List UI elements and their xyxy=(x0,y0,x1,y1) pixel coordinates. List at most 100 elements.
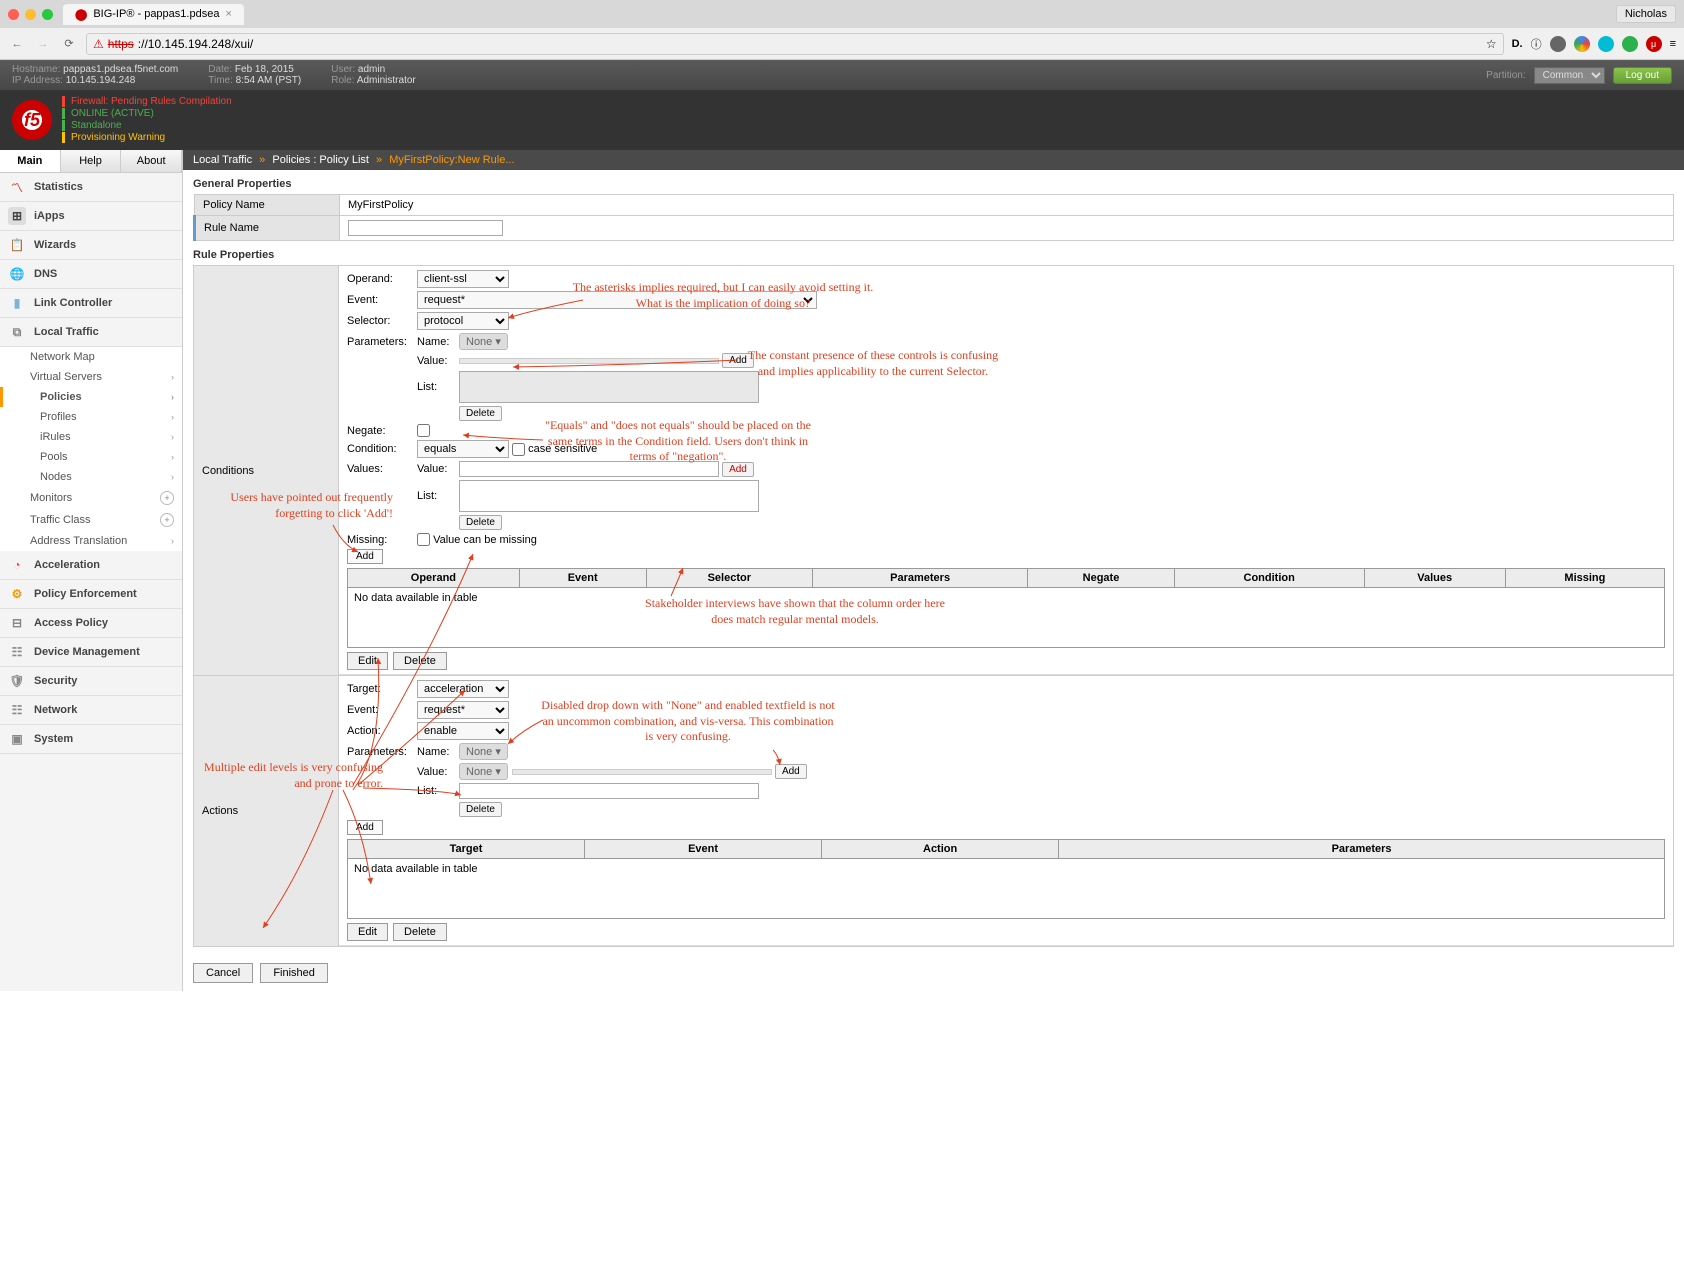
selector-select[interactable]: protocol xyxy=(417,312,509,330)
ext-feedly-icon[interactable] xyxy=(1622,36,1638,52)
action-list-delete[interactable]: Delete xyxy=(459,802,502,817)
nav-security[interactable]: 🛡Security xyxy=(0,667,182,696)
maximize-window-icon[interactable] xyxy=(42,9,53,20)
plus-icon[interactable]: + xyxy=(160,491,174,505)
col-condition[interactable]: Condition xyxy=(1174,569,1364,588)
ext-d-icon[interactable]: D. xyxy=(1512,38,1523,50)
param-value-add-button[interactable]: Add xyxy=(722,353,754,368)
url-bar[interactable]: ⚠ https://10.145.194.248/xui/ ☆ xyxy=(86,33,1504,55)
col-missing[interactable]: Missing xyxy=(1505,569,1664,588)
action-value-add[interactable]: Add xyxy=(775,764,807,779)
ext-evernote-icon[interactable] xyxy=(1550,36,1566,52)
conditions-delete-button[interactable]: Delete xyxy=(393,652,447,670)
nav-wizards[interactable]: 📋Wizards xyxy=(0,231,182,260)
target-select[interactable]: acceleration xyxy=(417,680,509,698)
case-sensitive-checkbox[interactable] xyxy=(512,443,525,456)
nav-dns[interactable]: 🌐DNS xyxy=(0,260,182,289)
nav-traffic-class[interactable]: Traffic Class+ xyxy=(0,509,182,531)
plus-icon[interactable]: + xyxy=(160,513,174,527)
nav-network[interactable]: ☷Network xyxy=(0,696,182,725)
action-label: Action: xyxy=(347,725,417,737)
back-icon[interactable]: ← xyxy=(8,35,26,53)
forward-icon[interactable]: → xyxy=(34,35,52,53)
event-select[interactable]: request* xyxy=(417,291,817,309)
col-parameters[interactable]: Parameters xyxy=(813,569,1028,588)
bc-1[interactable]: Local Traffic xyxy=(193,154,252,166)
nav-policies[interactable]: Policies› xyxy=(0,387,182,407)
nav-policy-enforcement[interactable]: ⚙Policy Enforcement xyxy=(0,580,182,609)
close-window-icon[interactable] xyxy=(8,9,19,20)
minimize-window-icon[interactable] xyxy=(25,9,36,20)
no-data-cell-2: No data available in table xyxy=(348,859,1665,919)
nav-local-traffic[interactable]: ⧉Local Traffic xyxy=(0,318,182,347)
nav-nodes[interactable]: Nodes› xyxy=(0,467,182,487)
col-event[interactable]: Event xyxy=(519,569,646,588)
nav-link-controller[interactable]: ▮Link Controller xyxy=(0,289,182,318)
chevron-right-icon: › xyxy=(171,452,174,462)
action-select[interactable]: enable xyxy=(417,722,509,740)
actions-delete-button[interactable]: Delete xyxy=(393,923,447,941)
nav-device-management[interactable]: ☷Device Management xyxy=(0,638,182,667)
nav-pools[interactable]: Pools› xyxy=(0,447,182,467)
action-event-select[interactable]: request* xyxy=(417,701,509,719)
col-values[interactable]: Values xyxy=(1364,569,1505,588)
actions-edit-button[interactable]: Edit xyxy=(347,923,388,941)
negate-checkbox[interactable] xyxy=(417,424,430,437)
tab-close-icon[interactable]: × xyxy=(225,8,231,20)
browser-tab[interactable]: ⬤ BIG-IP® - pappas1.pdsea × xyxy=(63,4,244,25)
nav-statistics[interactable]: 〽Statistics xyxy=(0,173,182,202)
nav-irules[interactable]: iRules› xyxy=(0,427,182,447)
bookmark-star-icon[interactable]: ☆ xyxy=(1486,37,1497,51)
values-add-button[interactable]: Add xyxy=(722,462,754,477)
col-selector[interactable]: Selector xyxy=(646,569,812,588)
col-negate[interactable]: Negate xyxy=(1028,569,1175,588)
nav-address-translation[interactable]: Address Translation› xyxy=(0,531,182,551)
ext-google-icon[interactable] xyxy=(1574,36,1590,52)
ext-pocket-icon[interactable] xyxy=(1598,36,1614,52)
condition-add-button[interactable]: Add xyxy=(347,549,383,564)
action-name-label: Name: xyxy=(417,746,459,758)
bc-2[interactable]: Policies : Policy List xyxy=(272,154,369,166)
condition-select[interactable]: equals xyxy=(417,440,509,458)
values-delete-button[interactable]: Delete xyxy=(459,515,502,530)
ext-ublock-icon[interactable]: μ xyxy=(1646,36,1662,52)
rule-name-input[interactable] xyxy=(348,220,503,236)
action-list-input[interactable] xyxy=(459,783,759,799)
url-https: https xyxy=(108,37,134,51)
col-operand[interactable]: Operand xyxy=(348,569,520,588)
nav-iapps[interactable]: ⊞iApps xyxy=(0,202,182,231)
param-delete-button[interactable]: Delete xyxy=(459,406,502,421)
missing-checkbox[interactable] xyxy=(417,533,430,546)
values-input[interactable] xyxy=(459,461,719,477)
action-add-button[interactable]: Add xyxy=(347,820,383,835)
finished-button[interactable]: Finished xyxy=(260,963,328,983)
col-a-action[interactable]: Action xyxy=(822,840,1059,859)
conditions-edit-button[interactable]: Edit xyxy=(347,652,388,670)
nav-virtual-servers[interactable]: Virtual Servers› xyxy=(0,367,182,387)
nav-network-map[interactable]: Network Map xyxy=(0,347,182,367)
nav-monitors[interactable]: Monitors+ xyxy=(0,487,182,509)
missing-label: Missing: xyxy=(347,534,417,546)
menu-icon[interactable]: ≡ xyxy=(1670,38,1676,50)
chrome-user-badge[interactable]: Nicholas xyxy=(1616,5,1676,23)
tab-help[interactable]: Help xyxy=(61,150,122,172)
col-a-params[interactable]: Parameters xyxy=(1059,840,1665,859)
col-a-event[interactable]: Event xyxy=(585,840,822,859)
tab-main[interactable]: Main xyxy=(0,150,61,172)
nav-acceleration[interactable]: ◔Acceleration xyxy=(0,551,182,580)
operand-select[interactable]: client-ssl xyxy=(417,270,509,288)
action-list-label: List: xyxy=(417,785,459,797)
values-list-box[interactable] xyxy=(459,480,759,512)
col-target[interactable]: Target xyxy=(348,840,585,859)
tab-about[interactable]: About xyxy=(121,150,182,172)
nav-profiles[interactable]: Profiles› xyxy=(0,407,182,427)
hostname-label: Hostname: xyxy=(12,64,60,75)
reload-icon[interactable]: ⟳ xyxy=(60,35,78,53)
actions-table: Target Event Action Parameters No data a… xyxy=(347,839,1665,919)
cancel-button[interactable]: Cancel xyxy=(193,963,253,983)
logout-button[interactable]: Log out xyxy=(1613,67,1672,84)
nav-system[interactable]: ▣System xyxy=(0,725,182,754)
partition-select[interactable]: Common xyxy=(1534,67,1605,84)
ext-info-icon[interactable]: ⓘ xyxy=(1531,36,1542,52)
nav-access-policy[interactable]: ⊟Access Policy xyxy=(0,609,182,638)
